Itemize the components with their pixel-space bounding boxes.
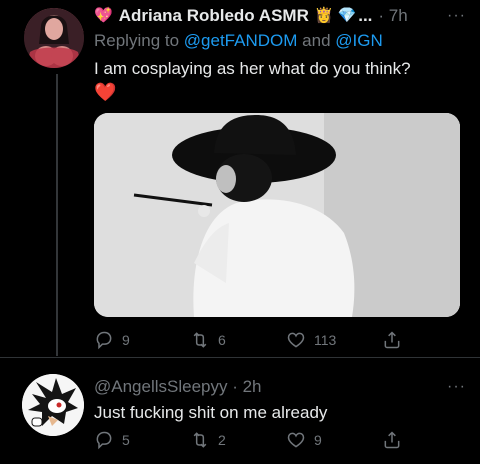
timestamp[interactable]: · 7h xyxy=(378,5,407,27)
more-options-icon[interactable]: ··· xyxy=(447,5,466,27)
share-icon xyxy=(384,431,400,449)
reply-count: 5 xyxy=(122,432,130,448)
tweet-header: 💖 Adriana Robledo ASMR 👸 💎 ... · 7h ··· xyxy=(94,5,466,27)
heart-icon xyxy=(287,332,305,348)
tweet-image[interactable] xyxy=(94,113,460,317)
retweet-icon xyxy=(193,332,207,348)
gem-emoji: 💎 xyxy=(337,7,357,24)
more-options-icon[interactable]: ··· xyxy=(447,376,466,398)
sparkle-heart-emoji: 💖 xyxy=(94,7,113,24)
reply-icon xyxy=(96,431,112,450)
replying-to: Replying to @getFANDOM and @IGN xyxy=(94,31,466,51)
retweet-button[interactable]: 6 xyxy=(190,330,286,350)
princess-emoji: 👸 xyxy=(314,7,334,24)
retweet-icon xyxy=(193,432,207,448)
tweet-text: I am cosplaying as her what do you think… xyxy=(94,59,411,78)
reply-handle-link[interactable]: @IGN xyxy=(335,31,382,50)
name-truncation: ... xyxy=(358,6,373,25)
replying-to-label: Replying to xyxy=(94,31,180,50)
retweet-button[interactable]: 2 xyxy=(190,430,286,450)
tweet-actions: 5 2 9 xyxy=(94,430,478,450)
share-button[interactable] xyxy=(382,330,478,350)
handle-and-timestamp[interactable]: @AngellsSleepyy · 2h xyxy=(94,376,262,398)
reply-and-label: and xyxy=(302,31,331,50)
avatar[interactable] xyxy=(22,374,84,436)
red-heart-emoji: ❤️ xyxy=(94,82,117,102)
tweet[interactable]: @AngellsSleepyy · 2h ··· Just fucking sh… xyxy=(94,376,466,424)
share-button[interactable] xyxy=(382,430,478,450)
tweet-divider xyxy=(0,357,480,358)
reply-icon xyxy=(96,331,112,350)
like-button[interactable]: 9 xyxy=(286,430,382,450)
tweet-actions: 9 6 113 xyxy=(94,330,478,350)
tweet-text: Just fucking shit on me already xyxy=(94,403,328,422)
retweet-count: 2 xyxy=(218,432,226,448)
retweet-count: 6 xyxy=(218,332,226,348)
thread-connector-line xyxy=(56,74,58,356)
reply-button[interactable]: 9 xyxy=(94,330,190,350)
tweet-header: @AngellsSleepyy · 2h ··· xyxy=(94,376,466,398)
reply-handle-link[interactable]: @getFANDOM xyxy=(184,31,298,50)
like-button[interactable]: 113 xyxy=(286,330,382,350)
reply-button[interactable]: 5 xyxy=(94,430,190,450)
tweet[interactable]: 💖 Adriana Robledo ASMR 👸 💎 ... · 7h ··· … xyxy=(94,5,466,103)
like-count: 9 xyxy=(314,432,322,448)
heart-icon xyxy=(287,432,305,448)
display-name[interactable]: Adriana Robledo ASMR xyxy=(119,5,309,27)
avatar[interactable] xyxy=(24,8,84,68)
share-icon xyxy=(384,331,400,349)
like-count: 113 xyxy=(314,332,337,348)
reply-count: 9 xyxy=(122,332,130,348)
